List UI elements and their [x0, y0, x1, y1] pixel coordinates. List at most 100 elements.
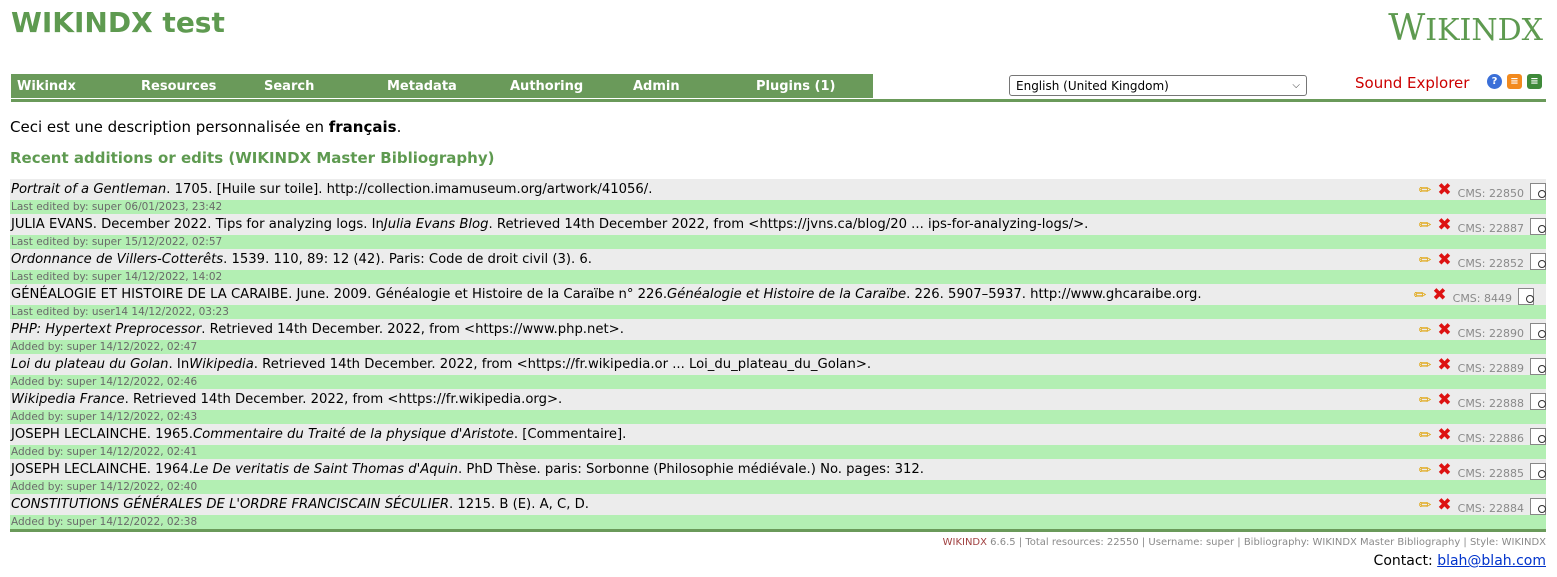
delete-x-icon[interactable]: ✖: [1437, 250, 1451, 270]
citation-text: GÉNÉALOGIE ET HISTOIRE DE LA CARAIBE. Ju…: [11, 287, 668, 302]
language-select[interactable]: English (United Kingdom) ⌵: [1009, 75, 1307, 96]
edit-pencil-icon[interactable]: ✏: [1419, 496, 1432, 514]
contact-email-link[interactable]: blah@blah.com: [1437, 553, 1546, 569]
menu-plugins[interactable]: Plugins (1): [756, 79, 835, 94]
citation-title: Wikipedia France: [11, 392, 125, 407]
resource-row: Wikipedia France. Retrieved 14th Decembe…: [10, 389, 1546, 424]
resource-actions: ✏ ✖ CMS: 22889: [1419, 355, 1546, 375]
edit-pencil-icon[interactable]: ✏: [1419, 251, 1432, 269]
resource-citation[interactable]: Ordonnance de Villers-Cotterêts. 1539. 1…: [10, 249, 1546, 270]
resource-row: JOSEPH LECLAINCHE. 1965. Commentaire du …: [10, 424, 1546, 459]
view-magnifier-icon[interactable]: [1530, 498, 1546, 515]
citation-title: Commentaire du Traité de la physique d'A…: [192, 427, 514, 442]
edit-pencil-icon[interactable]: ✏: [1419, 181, 1432, 199]
menu-admin[interactable]: Admin: [633, 79, 680, 94]
edit-pencil-icon[interactable]: ✏: [1419, 216, 1432, 234]
delete-x-icon[interactable]: ✖: [1437, 180, 1451, 200]
delete-x-icon[interactable]: ✖: [1437, 215, 1451, 235]
edit-pencil-icon[interactable]: ✏: [1419, 321, 1432, 339]
cms-tag: CMS: 22885: [1457, 466, 1524, 480]
delete-x-icon[interactable]: ✖: [1437, 320, 1451, 340]
edit-pencil-icon[interactable]: ✏: [1414, 286, 1427, 304]
resource-citation[interactable]: JOSEPH LECLAINCHE. 1964. Le De veritatis…: [10, 459, 1546, 480]
view-magnifier-icon[interactable]: [1530, 253, 1546, 270]
view-magnifier-icon[interactable]: [1518, 288, 1534, 305]
citation-text: . 226. 5907–5937. http://www.ghcaraibe.o…: [906, 287, 1202, 302]
resource-citation[interactable]: Portrait of a Gentleman. 1705. [Huile su…: [10, 179, 1546, 200]
citation-title: CONSTITUTIONS GÉNÉRALES DE L'ORDRE FRANC…: [11, 497, 450, 512]
edit-pencil-icon[interactable]: ✏: [1419, 426, 1432, 444]
resource-meta: Last edited by: super 15/12/2022, 02:57: [10, 235, 1546, 249]
citation-title: Généalogie et Histoire de la Caraïbe: [667, 287, 907, 302]
rss-icon[interactable]: ≡: [1507, 74, 1522, 89]
delete-x-icon[interactable]: ✖: [1437, 425, 1451, 445]
help-icon[interactable]: ?: [1487, 74, 1502, 89]
resource-citation[interactable]: Loi du plateau du Golan. In Wikipedia. R…: [10, 354, 1546, 375]
citation-title: Portrait of a Gentleman: [11, 182, 167, 197]
view-magnifier-icon[interactable]: [1530, 183, 1546, 200]
delete-x-icon[interactable]: ✖: [1432, 285, 1446, 305]
resource-meta: Last edited by: super 06/01/2023, 23:42: [10, 200, 1546, 214]
view-magnifier-icon[interactable]: [1530, 428, 1546, 445]
top-icons: ? ≡ ≡: [1487, 74, 1542, 89]
view-magnifier-icon[interactable]: [1530, 323, 1546, 340]
citation-text: . 1539. 110, 89: 12 (42). Paris: Code de…: [223, 252, 592, 267]
resource-meta: Added by: super 14/12/2022, 02:46: [10, 375, 1546, 389]
delete-x-icon[interactable]: ✖: [1437, 460, 1451, 480]
view-magnifier-icon[interactable]: [1530, 393, 1546, 410]
cms-tag: CMS: 22887: [1457, 221, 1524, 235]
resource-citation[interactable]: CONSTITUTIONS GÉNÉRALES DE L'ORDRE FRANC…: [10, 494, 1546, 515]
resource-actions: ✏ ✖ CMS: 22890: [1419, 320, 1546, 340]
resource-citation[interactable]: Wikipedia France. Retrieved 14th Decembe…: [10, 389, 1546, 410]
citation-text: JULIA EVANS. December 2022. Tips for ana…: [11, 217, 384, 232]
edit-pencil-icon[interactable]: ✏: [1419, 461, 1432, 479]
resource-row: Ordonnance de Villers-Cotterêts. 1539. 1…: [10, 249, 1546, 284]
menu-search[interactable]: Search: [264, 79, 314, 94]
wikindx-logo[interactable]: WIKINDX: [1388, 8, 1543, 49]
cms-tag: CMS: 22852: [1457, 256, 1524, 270]
rss-alt-icon[interactable]: ≡: [1527, 74, 1542, 89]
resource-citation[interactable]: GÉNÉALOGIE ET HISTOIRE DE LA CARAIBE. Ju…: [10, 284, 1546, 305]
sound-explorer-link[interactable]: Sound Explorer: [1355, 74, 1469, 92]
resource-meta: Added by: super 14/12/2022, 02:40: [10, 480, 1546, 494]
delete-x-icon[interactable]: ✖: [1437, 390, 1451, 410]
menu-metadata[interactable]: Metadata: [387, 79, 457, 94]
resource-citation[interactable]: JOSEPH LECLAINCHE. 1965. Commentaire du …: [10, 424, 1546, 445]
citation-title: Le De veritatis de Saint Thomas d'Aquin: [192, 462, 458, 477]
resource-actions: ✏ ✖ CMS: 22850: [1419, 180, 1546, 200]
citation-text: . Retrieved 14th December. 2022, from <h…: [253, 357, 872, 372]
resource-row: Portrait of a Gentleman. 1705. [Huile su…: [10, 179, 1546, 214]
resource-citation[interactable]: PHP: Hypertext Preprocessor. Retrieved 1…: [10, 319, 1546, 340]
view-magnifier-icon[interactable]: [1530, 358, 1546, 375]
delete-x-icon[interactable]: ✖: [1437, 355, 1451, 375]
main-menu: Wikindx Resources Search Metadata Author…: [11, 74, 873, 98]
edit-pencil-icon[interactable]: ✏: [1419, 356, 1432, 374]
contact: Contact: blah@blah.com: [1373, 553, 1546, 569]
view-magnifier-icon[interactable]: [1530, 218, 1546, 235]
custom-description: Ceci est une description personnalisée e…: [10, 118, 402, 136]
resource-meta: Added by: super 14/12/2022, 02:38: [10, 515, 1546, 529]
resource-list: Portrait of a Gentleman. 1705. [Huile su…: [10, 179, 1546, 529]
language-select-value: English (United Kingdom): [1016, 78, 1169, 93]
site-title: WIKINDX test: [11, 6, 225, 39]
menu-wikindx[interactable]: Wikindx: [17, 79, 76, 94]
menu-resources[interactable]: Resources: [141, 79, 216, 94]
resource-row: GÉNÉALOGIE ET HISTOIRE DE LA CARAIBE. Ju…: [10, 284, 1546, 319]
resource-citation[interactable]: JULIA EVANS. December 2022. Tips for ana…: [10, 214, 1546, 235]
edit-pencil-icon[interactable]: ✏: [1419, 391, 1432, 409]
menu-authoring[interactable]: Authoring: [510, 79, 583, 94]
chevron-down-icon: ⌵: [1292, 80, 1300, 91]
resource-meta: Added by: super 14/12/2022, 02:41: [10, 445, 1546, 459]
resource-meta: Last edited by: super 14/12/2022, 14:02: [10, 270, 1546, 284]
delete-x-icon[interactable]: ✖: [1437, 495, 1451, 515]
cms-tag: CMS: 22889: [1457, 361, 1524, 375]
citation-title: Ordonnance de Villers-Cotterêts: [11, 252, 224, 267]
citation-text: . Retrieved 14th December. 2022, from <h…: [124, 392, 563, 407]
view-magnifier-icon[interactable]: [1530, 463, 1546, 480]
citation-text: . [Commentaire].: [513, 427, 627, 442]
cms-tag: CMS: 22888: [1457, 396, 1524, 410]
citation-title: Julia Evans Blog: [383, 217, 489, 232]
menu-divider: [11, 99, 1546, 102]
resource-actions: ✏ ✖ CMS: 22886: [1419, 425, 1546, 445]
resource-actions: ✏ ✖ CMS: 22887: [1419, 215, 1546, 235]
